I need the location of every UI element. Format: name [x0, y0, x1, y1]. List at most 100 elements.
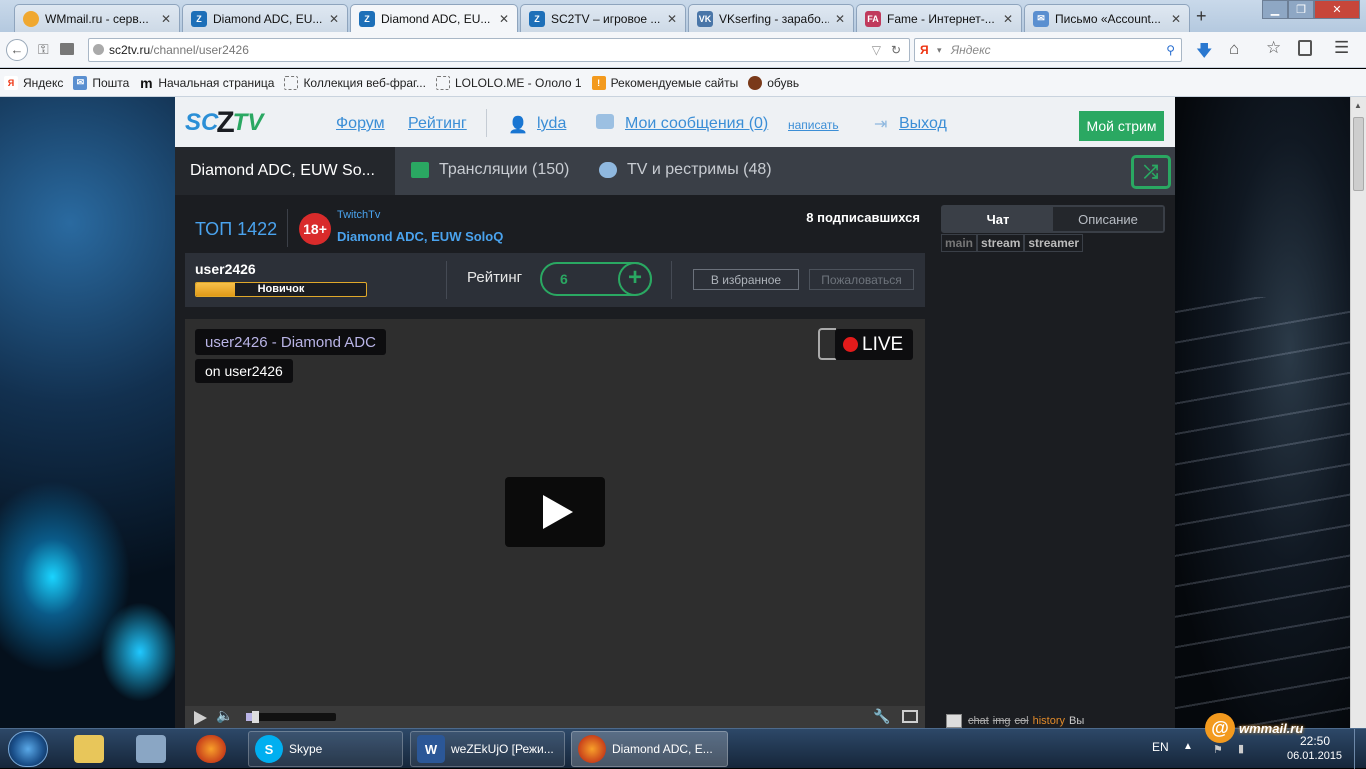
network-icon[interactable]: ▮ — [1238, 742, 1244, 755]
tab-broadcasts[interactable]: Трансляции (150) — [411, 161, 569, 179]
maximize-button[interactable]: ❐ — [1288, 0, 1314, 19]
clipboard-icon[interactable] — [1298, 40, 1312, 56]
clock-time[interactable]: 22:50 — [1300, 734, 1330, 748]
tab-current-channel[interactable]: Diamond ADC, EUW So... — [175, 147, 395, 195]
volume-slider[interactable] — [246, 711, 336, 723]
close-icon[interactable]: ✕ — [329, 12, 339, 26]
star-icon[interactable]: ☆ — [1266, 38, 1281, 58]
back-arrow-icon[interactable]: ← — [6, 39, 28, 61]
chat-channel-streamer[interactable]: streamer — [1024, 234, 1084, 252]
sc2tv-logo[interactable]: SC Z TV — [185, 103, 263, 143]
channel-username[interactable]: user2426 — [195, 261, 256, 277]
live-text: LIVE — [862, 333, 904, 355]
tray-arrow-icon[interactable]: ▲ — [1183, 741, 1193, 752]
folder-icon[interactable] — [60, 43, 74, 55]
close-icon[interactable]: ✕ — [1003, 12, 1013, 26]
tab-tv-restreams[interactable]: TV и рестримы (48) — [599, 161, 772, 179]
new-tab-button[interactable]: + — [1196, 6, 1207, 27]
browser-tab-active[interactable]: Z Diamond ADC, EU... ✕ — [350, 4, 518, 33]
bulb-icon: ! — [591, 75, 606, 90]
language-indicator[interactable]: EN — [1152, 740, 1169, 754]
smiley-icon[interactable] — [946, 714, 962, 728]
close-icon[interactable]: ✕ — [667, 12, 677, 26]
nav-write-link[interactable]: написать — [788, 118, 839, 132]
chat-option-img[interactable]: img — [993, 715, 1011, 727]
play-icon — [543, 495, 573, 529]
home-icon[interactable]: ⌂ — [1229, 39, 1239, 59]
show-desktop-button[interactable] — [1354, 729, 1366, 769]
nav-messages-link[interactable]: Мои сообщения (0) — [625, 115, 768, 133]
download-icon[interactable]: 🡇 — [1196, 40, 1212, 67]
address-bar[interactable]: sc2tv.ru/channel/user2426 ▽ ↻ — [88, 38, 910, 62]
taskbar-window-firefox[interactable]: Diamond ADC, E... — [571, 731, 728, 767]
browser-tab[interactable]: FA Fame - Интернет-... ✕ — [856, 4, 1022, 32]
browser-tab[interactable]: ✉ Письмо «Account... ✕ — [1024, 4, 1190, 32]
explorer-icon[interactable] — [74, 735, 104, 763]
rank-progress-bar: Новичок — [195, 282, 367, 297]
bookmark-item[interactable]: Я Яндекс — [4, 75, 63, 90]
start-button[interactable] — [8, 731, 48, 767]
firefox-icon — [578, 735, 606, 763]
search-icon[interactable]: ⚲ — [1166, 39, 1175, 61]
stream-title[interactable]: Diamond ADC, EUW SoloQ — [337, 229, 503, 244]
bookmark-item[interactable]: ! Рекомендуемые сайты — [591, 75, 738, 90]
browser-tab[interactable]: VK VKserfing - зарабо... ✕ — [688, 4, 854, 32]
twitch-logo-icon — [818, 328, 836, 360]
nav-user-link[interactable]: lyda — [537, 115, 566, 133]
video-player[interactable]: user2426 - Diamond ADC on user2426 LIVE … — [185, 319, 925, 728]
taskbar-window-word[interactable]: WweZEkUjO [Режи... — [410, 731, 565, 767]
settings-wrench-icon[interactable]: 🔧 — [873, 708, 890, 725]
chat-channel-stream[interactable]: stream — [977, 234, 1025, 252]
browser-tab[interactable]: Z Diamond ADC, EU... ✕ — [182, 4, 348, 32]
close-icon[interactable]: ✕ — [835, 12, 845, 26]
minimize-button[interactable]: ▁ — [1262, 0, 1288, 19]
flag-icon[interactable]: ⚑ — [1213, 743, 1223, 756]
bookmark-item[interactable]: m Начальная страница — [139, 75, 274, 91]
search-input[interactable]: Я ▾ Яндекс ⚲ — [914, 38, 1182, 62]
clock-date[interactable]: 06.01.2015 — [1287, 750, 1342, 762]
wmmail-badge[interactable]: @ wmmail.ru — [1205, 713, 1355, 743]
chevron-down-icon[interactable]: ▾ — [937, 39, 942, 61]
fullscreen-icon[interactable] — [902, 710, 918, 723]
tab-description[interactable]: Описание — [1053, 207, 1163, 231]
bookmark-item[interactable]: Коллекция веб-фраг... — [284, 75, 426, 90]
player-title: user2426 - Diamond ADC — [195, 329, 386, 355]
close-icon[interactable]: ✕ — [499, 12, 509, 26]
firefox-icon[interactable] — [196, 735, 226, 763]
dropdown-icon[interactable]: ▽ — [872, 39, 881, 61]
scroll-thumb[interactable] — [1353, 117, 1364, 191]
nav-rating-link[interactable]: Рейтинг — [408, 115, 467, 133]
scroll-up-icon[interactable]: ▲ — [1354, 101, 1362, 110]
bookmark-item[interactable]: ✉ Пошта — [73, 75, 129, 90]
play-control-icon[interactable] — [194, 711, 207, 725]
volume-handle[interactable] — [252, 711, 259, 723]
calculator-icon[interactable] — [136, 735, 166, 763]
taskbar-window-skype[interactable]: S Skype — [248, 731, 403, 767]
my-stream-button[interactable]: Мой стрим — [1079, 111, 1164, 141]
reload-icon[interactable]: ↻ — [891, 39, 901, 61]
key-icon[interactable]: ⚿ — [38, 41, 49, 58]
menu-icon[interactable]: ☰ — [1334, 38, 1349, 58]
chat-option-chat[interactable]: chat — [968, 715, 989, 727]
chat-option-col[interactable]: col — [1015, 715, 1029, 727]
chat-tabs: Чат Описание — [941, 205, 1165, 233]
close-icon[interactable]: ✕ — [161, 12, 171, 26]
rating-plus-button[interactable]: + — [618, 262, 652, 296]
nav-logout-link[interactable]: Выход — [899, 115, 947, 133]
play-button[interactable] — [505, 477, 605, 547]
chat-history-link[interactable]: history — [1033, 715, 1065, 727]
browser-tab[interactable]: WMmail.ru - серв... ✕ — [14, 4, 180, 32]
random-stream-tv-icon[interactable]: ⤮ — [1131, 155, 1171, 189]
close-icon[interactable]: ✕ — [1171, 12, 1181, 26]
chat-channel-main[interactable]: main — [941, 234, 978, 252]
nav-forum-link[interactable]: Форум — [336, 115, 385, 133]
volume-icon[interactable]: 🔈 — [216, 707, 233, 724]
favorite-button[interactable]: В избранное — [693, 269, 799, 290]
tab-chat[interactable]: Чат — [943, 207, 1053, 231]
report-button[interactable]: Пожаловаться — [809, 269, 914, 290]
bookmark-item[interactable]: LOLOLO.ME - Ололо 1 — [435, 75, 582, 90]
bookmark-item[interactable]: обувь — [748, 75, 799, 90]
close-window-button[interactable]: ✕ — [1314, 0, 1360, 19]
page-scrollbar[interactable]: ▲ — [1350, 97, 1366, 728]
browser-tab[interactable]: Z SC2TV – игровое ... ✕ — [520, 4, 686, 32]
